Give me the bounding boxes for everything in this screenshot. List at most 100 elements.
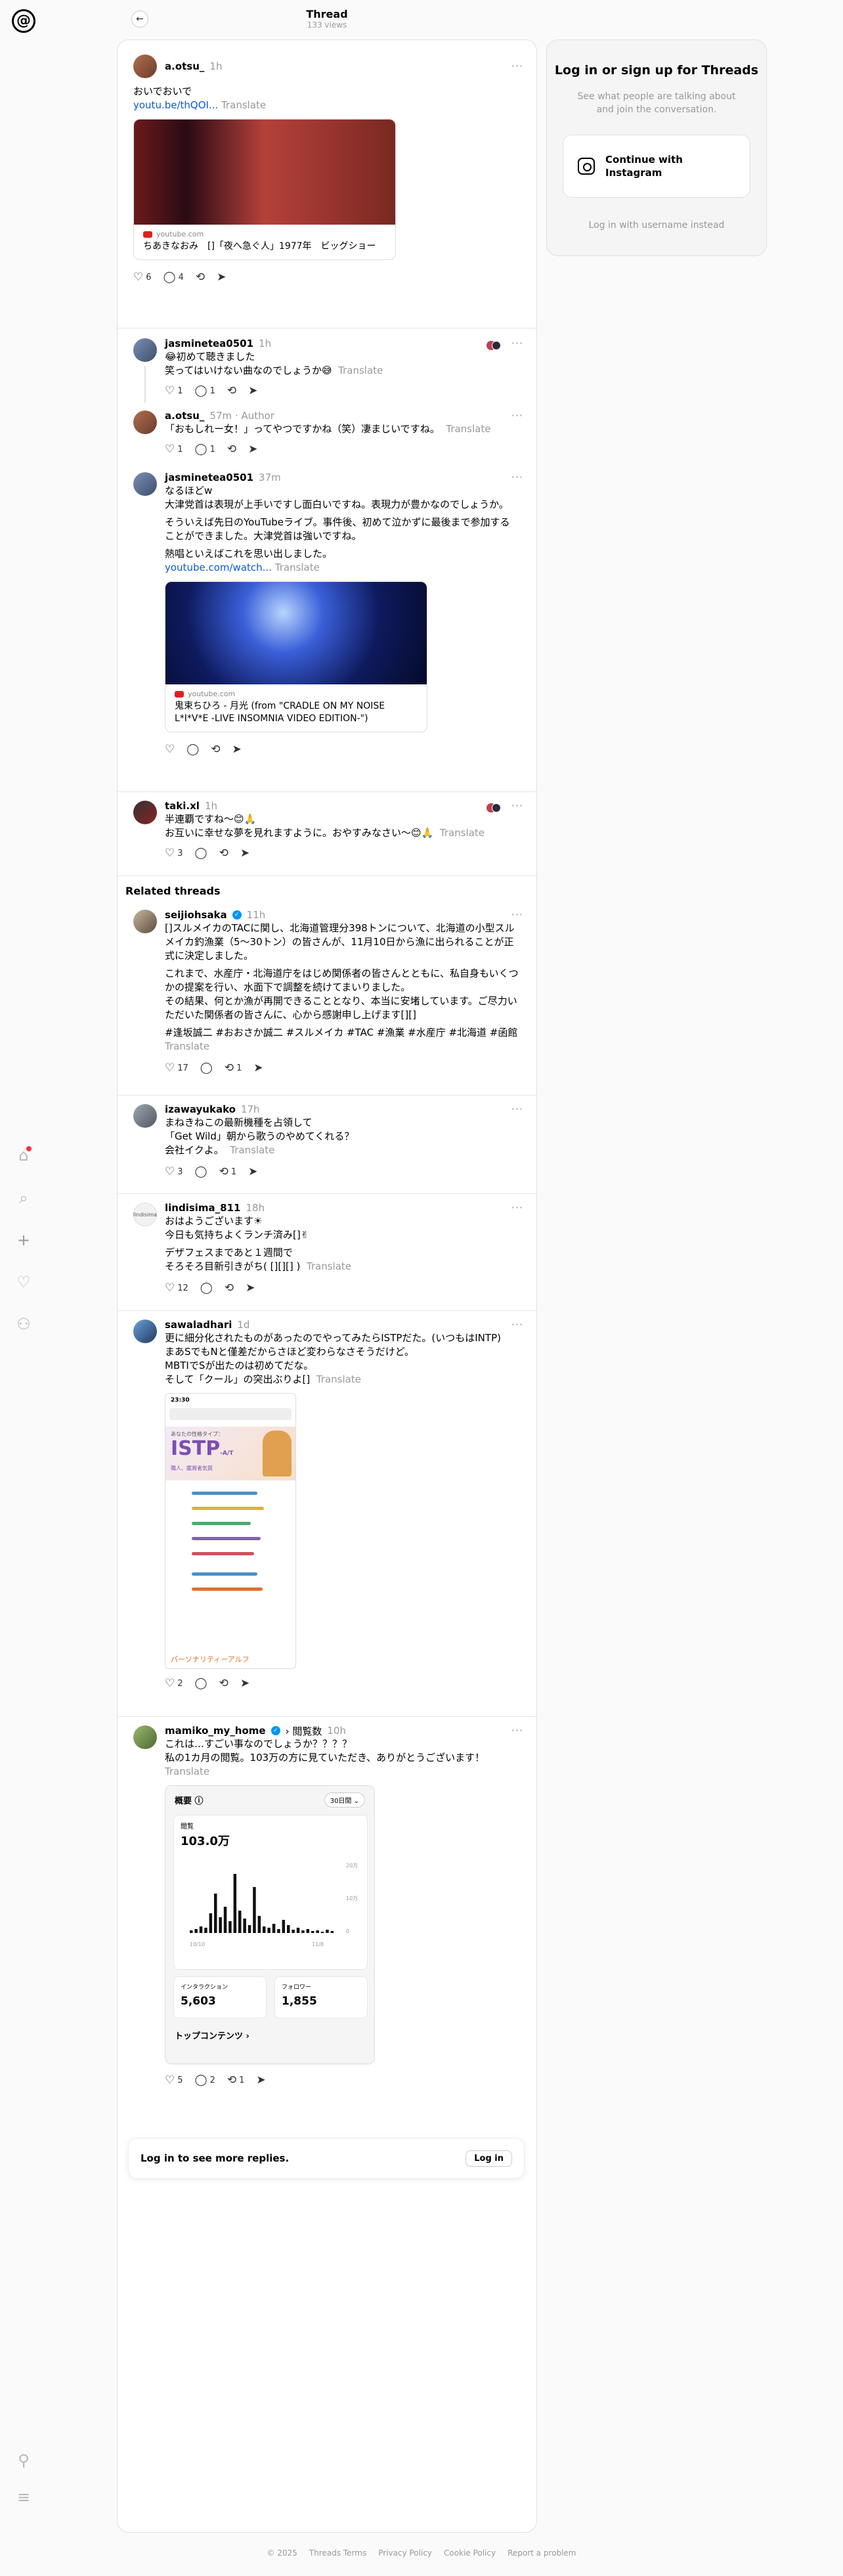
like-button[interactable]: ♡ 3	[165, 847, 183, 859]
avatar[interactable]	[133, 411, 157, 434]
share-button[interactable]: ➤	[240, 1677, 249, 1689]
author-name[interactable]: mamiko_my_home	[165, 1725, 266, 1737]
link-preview-card[interactable]: youtube.com ちあきなおみ []「夜へ急ぐ人」1977年 ビッグショー	[133, 119, 396, 260]
avatar[interactable]	[133, 1725, 157, 1749]
translate-link[interactable]: Translate	[446, 423, 490, 435]
login-button[interactable]: Log in	[465, 2150, 512, 2167]
comment-button[interactable]: ◯	[195, 1677, 207, 1689]
post-time[interactable]: 1h	[205, 800, 217, 812]
repost-button[interactable]: ⟲ 1	[227, 2074, 245, 2086]
translate-link[interactable]: Translate	[338, 365, 383, 376]
avatar[interactable]: lindisima	[133, 1203, 157, 1226]
privacy-link[interactable]: Privacy Policy	[378, 2548, 432, 2558]
share-button[interactable]: ➤	[246, 1282, 255, 1294]
repost-button[interactable]: ⟲	[227, 443, 236, 455]
share-button[interactable]: ➤	[232, 744, 242, 755]
report-link[interactable]: Report a problem	[508, 2548, 576, 2558]
more-options-icon[interactable]: ···	[511, 60, 523, 72]
like-button[interactable]: ♡	[165, 744, 175, 755]
like-button[interactable]: ♡ 17	[165, 1062, 188, 1074]
topic-tag[interactable]: › 閲覧数	[286, 1724, 322, 1738]
post-link[interactable]: youtube.com/watch...	[165, 562, 272, 573]
like-button[interactable]: ♡ 1	[165, 385, 183, 397]
link-preview-card[interactable]: youtube.com 鬼束ちひろ - 月光 (from "CRADLE ON …	[165, 581, 427, 732]
translate-link[interactable]: Translate	[230, 1144, 274, 1156]
share-button[interactable]: ➤	[217, 271, 226, 283]
post-image[interactable]: 23:30 あなたの性格タイプ： ISTP-A/T 職人、鑑賞者気質 パーソナリ…	[165, 1393, 296, 1669]
repost-button[interactable]: ⟲	[219, 847, 228, 859]
post-time[interactable]: 10h	[327, 1725, 346, 1737]
like-button[interactable]: ♡ 12	[165, 1282, 188, 1294]
avatar[interactable]	[133, 801, 157, 824]
comment-button[interactable]: ◯	[195, 1166, 207, 1178]
heart-icon[interactable]: ♡	[13, 1272, 34, 1293]
comment-button[interactable]: ◯ 2	[195, 2074, 215, 2086]
post-time[interactable]: 18h	[246, 1202, 265, 1214]
repost-button[interactable]: ⟲	[227, 385, 236, 397]
translate-link[interactable]: Translate	[440, 827, 485, 839]
avatar[interactable]	[133, 1104, 157, 1128]
repost-button[interactable]: ⟲	[211, 744, 220, 755]
comment-button[interactable]: ◯ 4	[163, 271, 184, 283]
comment-button[interactable]: ◯	[195, 847, 207, 859]
translate-link[interactable]: Translate	[316, 1373, 361, 1385]
menu-icon[interactable]: ≡	[13, 2487, 34, 2508]
like-button[interactable]: ♡ 1	[165, 443, 183, 455]
avatar[interactable]	[133, 472, 157, 496]
author-name[interactable]: izawayukako	[165, 1103, 236, 1115]
post-time[interactable]: 11h	[247, 909, 266, 921]
translate-link[interactable]: Translate	[165, 1765, 209, 1777]
repost-button[interactable]: ⟲ 1	[225, 1062, 242, 1074]
avatar[interactable]	[133, 55, 157, 78]
back-arrow-icon[interactable]: ←	[131, 11, 148, 28]
threads-logo-icon[interactable]: @	[12, 9, 35, 33]
pin-icon[interactable]: ⚲	[13, 2450, 34, 2471]
share-button[interactable]: ➤	[240, 847, 249, 859]
like-button[interactable]: ♡ 6	[133, 271, 152, 283]
terms-link[interactable]: Threads Terms	[309, 2548, 366, 2558]
share-button[interactable]: ➤	[248, 1166, 257, 1178]
avatar[interactable]	[133, 910, 157, 933]
like-button[interactable]: ♡ 5	[165, 2074, 183, 2086]
comment-button[interactable]: ◯ 1	[195, 443, 215, 455]
avatar[interactable]	[133, 338, 157, 362]
share-button[interactable]: ➤	[256, 2074, 265, 2086]
post-link[interactable]: youtu.be/thQOI...	[133, 99, 218, 111]
author-name[interactable]: lindisima_811	[165, 1202, 240, 1214]
comment-button[interactable]: ◯	[186, 744, 199, 755]
author-name[interactable]: taki.xl	[165, 800, 200, 812]
translate-link[interactable]: Translate	[307, 1260, 351, 1272]
comment-button[interactable]: ◯	[200, 1062, 213, 1074]
share-button[interactable]: ➤	[253, 1062, 263, 1074]
translate-link[interactable]: Translate	[165, 1040, 209, 1052]
post-time[interactable]: 17h	[241, 1103, 260, 1115]
post-time[interactable]: 1h	[209, 60, 222, 72]
author-name[interactable]: a.otsu_	[165, 60, 204, 72]
author-name[interactable]: jasminetea0501	[165, 338, 253, 349]
profile-icon[interactable]: ⚇	[13, 1314, 34, 1335]
comment-button[interactable]: ◯	[200, 1282, 213, 1294]
translate-link[interactable]: Translate	[275, 562, 320, 573]
username-login-link[interactable]: Log in with username instead	[547, 220, 766, 231]
translate-link[interactable]: Translate	[221, 99, 266, 111]
like-button[interactable]: ♡ 2	[165, 1677, 183, 1689]
repost-button[interactable]: ⟲ 1	[219, 1166, 237, 1178]
post-time[interactable]: 37m	[259, 472, 281, 483]
repost-button[interactable]: ⟲	[219, 1677, 228, 1689]
post-time[interactable]: 1d	[237, 1319, 249, 1331]
post-hashtags[interactable]: #逢坂誠二 #おおさか誠二 #スルメイカ #TAC #漁業 #水産庁 #北海道 …	[165, 1026, 519, 1040]
create-icon[interactable]: +	[13, 1230, 34, 1251]
author-name[interactable]: sawaladhari	[165, 1319, 232, 1331]
avatar[interactable]	[133, 1320, 157, 1343]
author-name[interactable]: seijiohsaka	[165, 909, 227, 921]
author-name[interactable]: a.otsu_	[165, 410, 204, 422]
continue-with-instagram-button[interactable]: Continue with Instagram	[563, 135, 750, 198]
repost-button[interactable]: ⟲	[225, 1282, 234, 1294]
insights-image[interactable]: 概要 ⓘ 30日間 ⌄ 閲覧 103.0万 20万 10万 0 10/10 11/…	[165, 1785, 375, 2064]
home-icon[interactable]: ⌂	[13, 1145, 34, 1166]
repost-button[interactable]: ⟲	[196, 271, 205, 283]
share-button[interactable]: ➤	[248, 443, 257, 455]
post-time[interactable]: 1h	[259, 338, 271, 349]
comment-button[interactable]: ◯ 1	[195, 385, 215, 397]
cookie-link[interactable]: Cookie Policy	[444, 2548, 496, 2558]
